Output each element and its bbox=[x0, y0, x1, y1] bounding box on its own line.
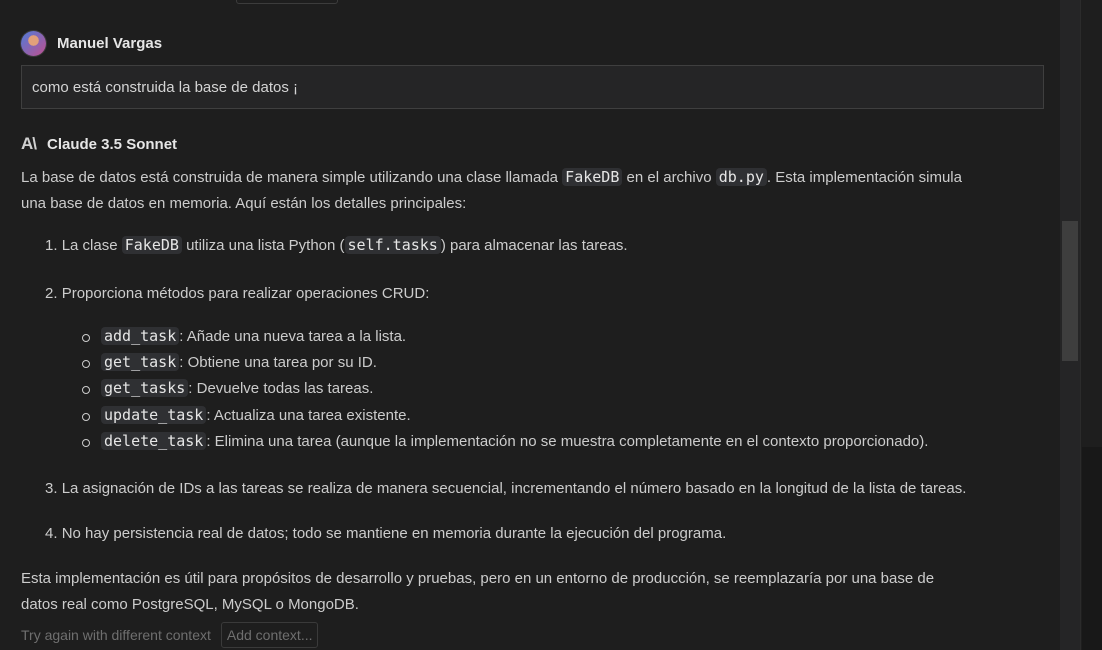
intro-text: una base de datos en memoria. Aquí están… bbox=[21, 194, 467, 212]
list-item: 4. No hay persistencia real de datos; to… bbox=[45, 525, 726, 542]
list-number: 3. bbox=[45, 480, 58, 497]
list-item: update_task: Actualiza una tarea existen… bbox=[101, 406, 411, 424]
response-intro: La base de datos está construida de mane… bbox=[21, 165, 1044, 216]
inline-code: get_task bbox=[101, 353, 180, 371]
inline-code: delete_task bbox=[101, 432, 207, 450]
inline-code: FakeDB bbox=[121, 236, 182, 254]
inline-code: add_task bbox=[101, 327, 180, 345]
list-text: Proporciona métodos para realizar operac… bbox=[61, 285, 430, 302]
response-closing: Esta implementación es útil para propósi… bbox=[21, 566, 1051, 617]
intro-text: . Esta implementación simula bbox=[766, 169, 962, 186]
inline-code: self.tasks bbox=[344, 236, 441, 254]
inline-code: get_tasks bbox=[101, 379, 189, 397]
list-item: 3. La asignación de IDs a las tareas se … bbox=[45, 480, 966, 497]
right-panel-lower bbox=[1082, 447, 1102, 650]
model-header: A\ Claude 3.5 Sonnet bbox=[21, 133, 177, 155]
list-text: : Actualiza una tarea existente. bbox=[206, 406, 411, 424]
user-message-text: como está construida la base de datos ¡ bbox=[32, 78, 298, 96]
list-text: : Elimina una tarea (aunque la implement… bbox=[206, 432, 929, 450]
closing-text: Esta implementación es útil para propósi… bbox=[21, 570, 935, 587]
list-text: No hay persistencia real de datos; todo … bbox=[61, 525, 727, 542]
scrollbar-thumb[interactable] bbox=[1062, 221, 1078, 361]
list-number: 1. bbox=[45, 237, 58, 254]
list-text: : Obtiene una tarea por su ID. bbox=[179, 353, 377, 371]
list-text: : Devuelve todas las tareas. bbox=[188, 379, 374, 397]
inline-code: FakeDB bbox=[562, 168, 623, 186]
user-name: Manuel Vargas bbox=[57, 35, 163, 52]
bullet-icon bbox=[82, 360, 90, 368]
bullet-icon bbox=[82, 413, 90, 421]
model-name: Claude 3.5 Sonnet bbox=[47, 135, 178, 153]
bullet-icon bbox=[82, 386, 90, 394]
list-number: 2. bbox=[45, 285, 58, 302]
response-footer: Try again with different context Add con… bbox=[21, 622, 319, 648]
user-message-box[interactable]: como está construida la base de datos ¡ bbox=[21, 65, 1044, 109]
list-item: add_task: Añade una nueva tarea a la lis… bbox=[101, 327, 406, 345]
list-text: ) para almacenar las tareas. bbox=[440, 237, 628, 254]
add-context-button[interactable]: Add context... bbox=[220, 622, 319, 648]
intro-text: en el archivo bbox=[622, 169, 716, 186]
bullet-icon bbox=[82, 334, 90, 342]
list-item: 1. La clase FakeDB utiliza una lista Pyt… bbox=[45, 236, 628, 254]
list-text: La clase bbox=[61, 237, 122, 254]
list-item: get_tasks: Devuelve todas las tareas. bbox=[101, 379, 373, 397]
list-item: delete_task: Elimina una tarea (aunque l… bbox=[101, 432, 928, 450]
list-text: utiliza una lista Python ( bbox=[181, 237, 345, 254]
list-item: 2. Proporciona métodos para realizar ope… bbox=[45, 285, 429, 302]
list-number: 4. bbox=[45, 525, 58, 542]
intro-text: La base de datos está construida de mane… bbox=[21, 169, 563, 186]
previous-context-button[interactable] bbox=[236, 0, 338, 4]
bullet-icon bbox=[82, 439, 90, 447]
inline-code: db.py bbox=[715, 168, 767, 186]
assistant-response: La base de datos está construida de mane… bbox=[21, 165, 1044, 216]
try-again-link[interactable]: Try again with different context bbox=[21, 627, 211, 643]
list-text: : Añade una nueva tarea a la lista. bbox=[179, 327, 407, 345]
inline-code: update_task bbox=[101, 406, 207, 424]
anthropic-logo-icon: A\ bbox=[21, 134, 37, 153]
user-header: Manuel Vargas bbox=[21, 31, 162, 56]
list-item: get_task: Obtiene una tarea por su ID. bbox=[101, 353, 377, 371]
list-text: La asignación de IDs a las tareas se rea… bbox=[61, 480, 967, 497]
user-avatar bbox=[21, 31, 46, 56]
closing-text: datos real como PostgreSQL, MySQL o Mong… bbox=[21, 595, 359, 613]
